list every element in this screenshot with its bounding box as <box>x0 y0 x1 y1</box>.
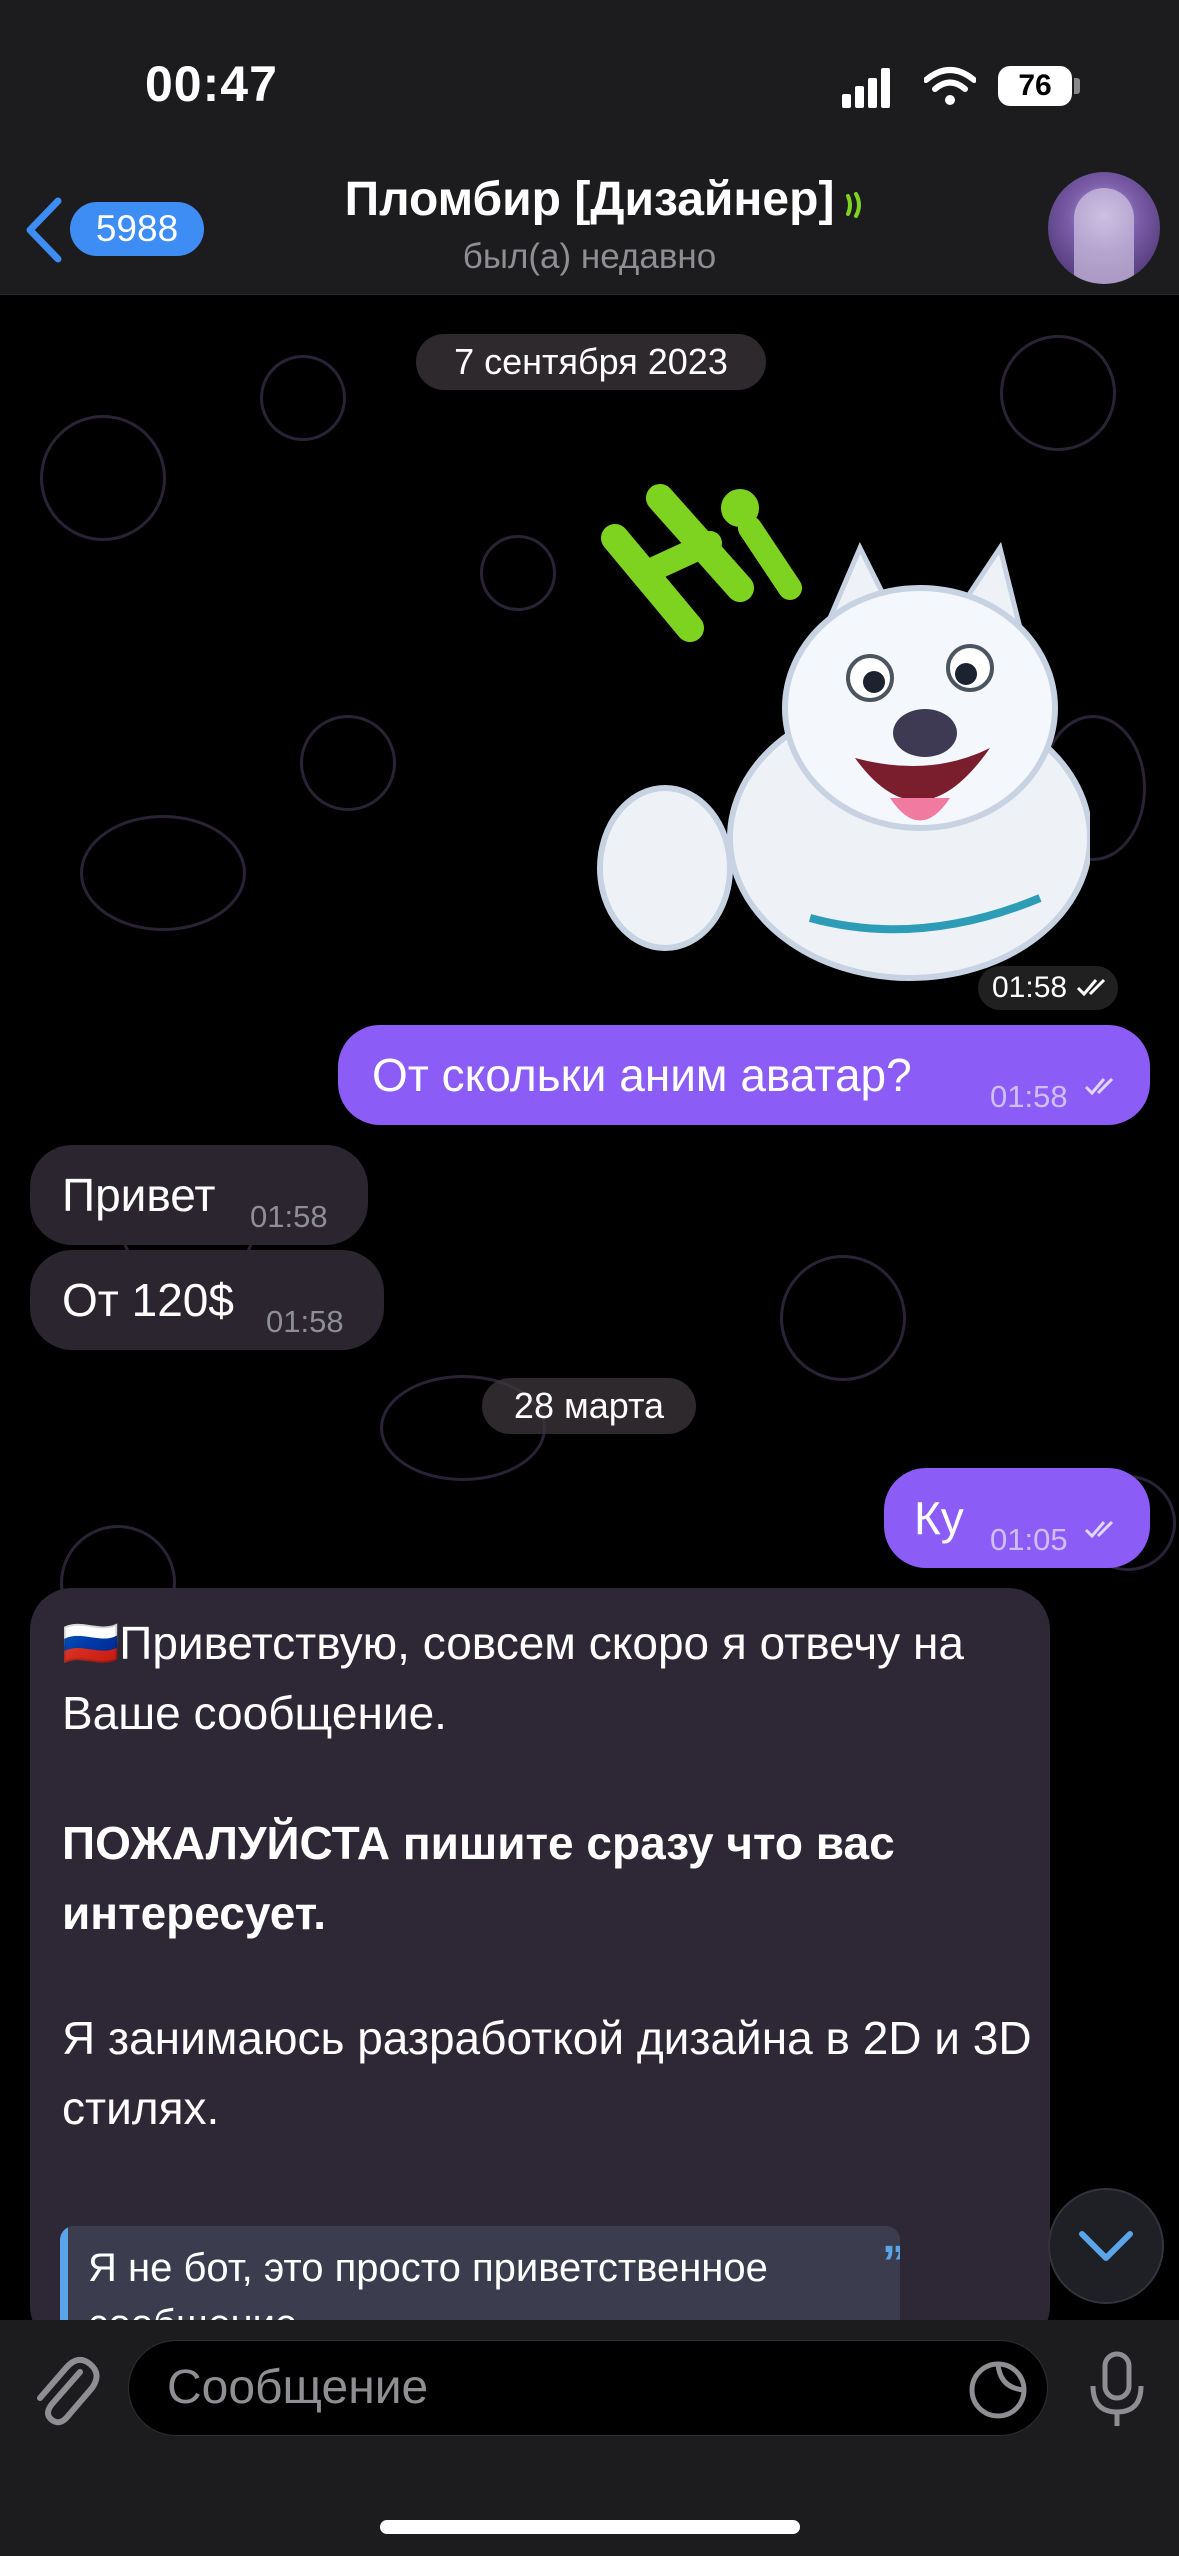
outgoing-message[interactable]: От скольки аним аватар? 01:58 <box>338 1025 1150 1125</box>
message-time: 01:58 <box>990 1079 1068 1114</box>
microphone-icon[interactable] <box>1085 2350 1149 2430</box>
message-text: От 120$ <box>62 1274 234 1326</box>
sticker-time-text: 01:58 <box>992 971 1068 1004</box>
background-doodle <box>40 415 166 541</box>
incoming-message[interactable]: От 120$ 01:58 <box>30 1250 384 1350</box>
background-doodle <box>260 355 346 441</box>
home-indicator <box>380 2520 800 2534</box>
attach-icon[interactable] <box>28 2350 100 2430</box>
cellular-signal-icon <box>842 68 890 108</box>
message-time: 01:58 <box>266 1304 344 1339</box>
greeting-text: 🇷🇺Приветствую, совсем скоро я отвечу на … <box>62 1608 1052 1748</box>
outgoing-message[interactable]: Ку 01:05 <box>884 1468 1150 1568</box>
chat-subtitle: был(а) недавно <box>462 237 717 276</box>
russia-flag-icon: 🇷🇺 <box>62 1617 120 1669</box>
sticker-dog-hi[interactable] <box>590 478 1090 988</box>
avatar-figure <box>1074 188 1134 284</box>
background-doodle <box>780 1255 906 1381</box>
date-separator: 28 марта <box>482 1378 696 1434</box>
quote-mark-icon: ” <box>882 2236 900 2291</box>
battery-nub <box>1074 78 1080 94</box>
message-text: Привет <box>62 1169 216 1221</box>
message-text: Ку <box>914 1492 964 1544</box>
wifi-icon <box>924 67 976 105</box>
double-check-icon <box>1084 1077 1114 1096</box>
sticker-icon[interactable] <box>966 2358 1030 2422</box>
background-doodle <box>80 815 246 931</box>
greeting-line: Приветствую, совсем скоро я отвечу на Ва… <box>62 1617 964 1739</box>
sticker-timestamp: 01:58 <box>978 966 1118 1010</box>
message-input[interactable] <box>128 2340 1048 2436</box>
scroll-down-button[interactable] <box>1048 2188 1164 2304</box>
avatar[interactable] <box>1048 172 1160 284</box>
services-text: Я занимаюсь разработкой дизайна в 2D и 3… <box>62 2012 1032 2134</box>
incoming-auto-reply[interactable]: 🇷🇺Приветствую, совсем скоро я отвечу на … <box>30 1588 1050 2348</box>
chevron-down-icon <box>1079 2231 1133 2261</box>
background-doodle <box>1000 335 1116 451</box>
online-status-icon <box>846 192 861 218</box>
double-check-icon <box>1076 978 1106 997</box>
background-doodle <box>480 535 556 611</box>
status-time: 00:47 <box>145 56 278 112</box>
message-text: От скольки аним аватар? <box>372 1049 912 1101</box>
double-check-icon <box>1084 1520 1114 1539</box>
bold-request-text: ПОЖАЛУЙСТА пишите сразу что вас интересу… <box>62 1817 895 1939</box>
message-time: 01:05 <box>990 1522 1068 1557</box>
incoming-message[interactable]: Привет 01:58 <box>30 1145 368 1245</box>
date-separator: 7 сентября 2023 <box>416 334 766 390</box>
message-time: 01:58 <box>250 1199 328 1234</box>
chat-title[interactable]: Пломбир [Дизайнер] <box>0 172 1179 227</box>
background-doodle <box>300 715 396 811</box>
battery-indicator: 76 <box>998 66 1072 106</box>
